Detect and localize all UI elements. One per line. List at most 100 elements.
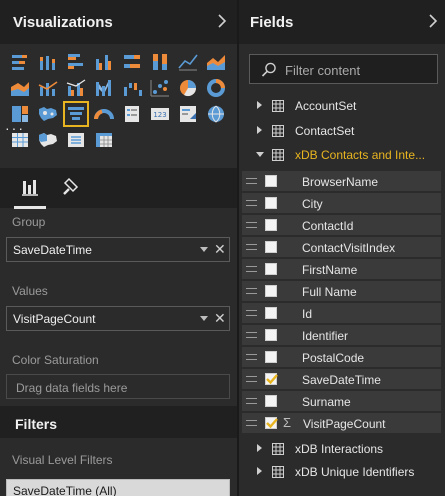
matrix-icon[interactable] (93, 129, 115, 151)
fields-tab-icon[interactable] (14, 176, 46, 209)
stacked-bar-chart-icon[interactable] (9, 51, 31, 73)
search-icon (260, 61, 278, 79)
donut-chart-icon[interactable] (205, 77, 227, 99)
clustered-bar-chart-icon[interactable] (65, 51, 87, 73)
color-saturation-label: Color Saturation (12, 353, 99, 367)
values-well[interactable]: VisitPageCount ✕ (6, 306, 230, 331)
format-paint-roller-icon[interactable] (60, 176, 82, 200)
table-row-xdb-contacts[interactable]: xDB Contacts and Inte... (239, 144, 445, 166)
field-row[interactable]: FirstName (242, 259, 441, 279)
drag-handle-icon[interactable] (246, 222, 257, 228)
table-row-accountset[interactable]: AccountSet (239, 95, 445, 117)
remove-field-icon[interactable]: ✕ (214, 241, 226, 258)
pie-chart-icon[interactable] (177, 77, 199, 99)
chevron-down-icon[interactable] (200, 247, 208, 252)
field-row[interactable]: BrowserName (242, 171, 441, 191)
100-percent-stacked-column-icon[interactable] (149, 51, 171, 73)
filter-chip[interactable]: SaveDateTime (All) (6, 479, 230, 496)
field-checkbox[interactable] (265, 175, 277, 187)
table-icon (272, 465, 284, 478)
field-checkbox[interactable] (265, 373, 278, 385)
table-name: ContactSet (295, 124, 355, 138)
field-checkbox[interactable] (265, 219, 277, 231)
field-checkbox[interactable] (265, 351, 277, 363)
field-row[interactable]: PostalCode (242, 347, 441, 367)
field-checkbox[interactable] (265, 197, 277, 209)
color-saturation-drop-zone[interactable]: Drag data fields here (6, 374, 230, 399)
area-chart-icon[interactable] (205, 51, 227, 73)
field-checkbox[interactable] (265, 307, 277, 319)
field-row[interactable]: SaveDateTime (242, 369, 441, 389)
funnel-icon[interactable] (63, 101, 89, 127)
expand-arrow-icon[interactable] (257, 467, 262, 475)
visualizations-header: Visualizations (0, 0, 237, 44)
group-well-value: SaveDateTime (13, 243, 92, 257)
drag-handle-icon[interactable] (246, 332, 257, 338)
table-icon (272, 148, 284, 161)
drag-handle-icon[interactable] (246, 420, 257, 426)
waterfall-chart-icon[interactable] (121, 77, 143, 99)
filled-map-icon[interactable] (37, 129, 59, 151)
stacked-area-chart-icon[interactable] (9, 77, 31, 99)
table-row-xdb-interactions[interactable]: xDB Interactions (239, 438, 445, 460)
100-percent-stacked-bar-icon[interactable] (121, 51, 143, 73)
drag-handle-icon[interactable] (246, 200, 257, 206)
field-checkbox[interactable] (265, 263, 277, 275)
filter-content-search[interactable]: Filter content (249, 54, 438, 84)
scatter-chart-icon[interactable] (149, 77, 171, 99)
table-row-xdb-unique-identifiers[interactable]: xDB Unique Identifiers (239, 461, 445, 483)
expand-arrow-icon[interactable] (257, 101, 262, 109)
map-icon[interactable] (37, 103, 59, 125)
table-row-contactset[interactable]: ContactSet (239, 120, 445, 142)
stacked-column-chart-icon[interactable] (37, 51, 59, 73)
drag-handle-icon[interactable] (246, 376, 257, 382)
search-placeholder: Filter content (285, 63, 361, 78)
drag-handle-icon[interactable] (246, 266, 257, 272)
field-row[interactable]: Id (242, 303, 441, 323)
field-checkbox[interactable] (265, 329, 277, 341)
field-row[interactable]: Identifier (242, 325, 441, 345)
expand-arrow-icon[interactable] (257, 444, 262, 452)
drag-handle-icon[interactable] (246, 288, 257, 294)
table-icon (272, 124, 284, 137)
card-icon[interactable]: 123 (149, 103, 171, 125)
slicer-icon[interactable] (65, 129, 87, 151)
fields-title: Fields (250, 14, 294, 31)
collapse-chevron-icon[interactable] (215, 12, 229, 30)
gauge-icon[interactable] (93, 103, 115, 125)
group-well[interactable]: SaveDateTime ✕ (6, 237, 230, 262)
remove-field-icon[interactable]: ✕ (214, 310, 226, 327)
field-checkbox[interactable] (265, 285, 277, 297)
field-row[interactable]: City (242, 193, 441, 213)
field-checkbox[interactable] (265, 395, 277, 407)
line-chart-icon[interactable] (177, 51, 199, 73)
ribbon-chart-icon[interactable] (93, 77, 115, 99)
field-name: FirstName (302, 263, 358, 277)
collapse-arrow-icon[interactable] (256, 152, 264, 157)
field-checkbox[interactable] (265, 417, 278, 429)
drag-handle-icon[interactable] (246, 310, 257, 316)
expand-arrow-icon[interactable] (257, 126, 262, 134)
sigma-icon: Σ (283, 415, 292, 430)
field-row[interactable]: Full Name (242, 281, 441, 301)
drag-handle-icon[interactable] (246, 398, 257, 404)
drag-handle-icon[interactable] (246, 354, 257, 360)
drag-handle-icon[interactable] (246, 244, 257, 250)
collapse-chevron-icon[interactable] (426, 12, 440, 30)
field-row[interactable]: ContactVisitIndex (242, 237, 441, 257)
line-and-clustered-column-icon[interactable] (65, 77, 87, 99)
field-row[interactable]: ContactId (242, 215, 441, 235)
group-well-label: Group (12, 215, 46, 229)
chevron-down-icon[interactable] (200, 316, 208, 321)
line-and-column-chart-icon[interactable] (37, 77, 59, 99)
more-visuals-icon[interactable]: ··· (5, 120, 25, 136)
field-checkbox[interactable] (265, 241, 277, 253)
kpi-icon[interactable] (177, 103, 199, 125)
field-row[interactable]: Σ VisitPageCount (242, 413, 441, 433)
field-row[interactable]: Surname (242, 391, 441, 411)
clustered-column-chart-icon[interactable] (93, 51, 115, 73)
visual-pane-tabs (0, 168, 237, 209)
globe-map-icon[interactable] (205, 103, 227, 125)
multi-row-card-icon[interactable] (121, 103, 143, 125)
drag-handle-icon[interactable] (246, 178, 257, 184)
